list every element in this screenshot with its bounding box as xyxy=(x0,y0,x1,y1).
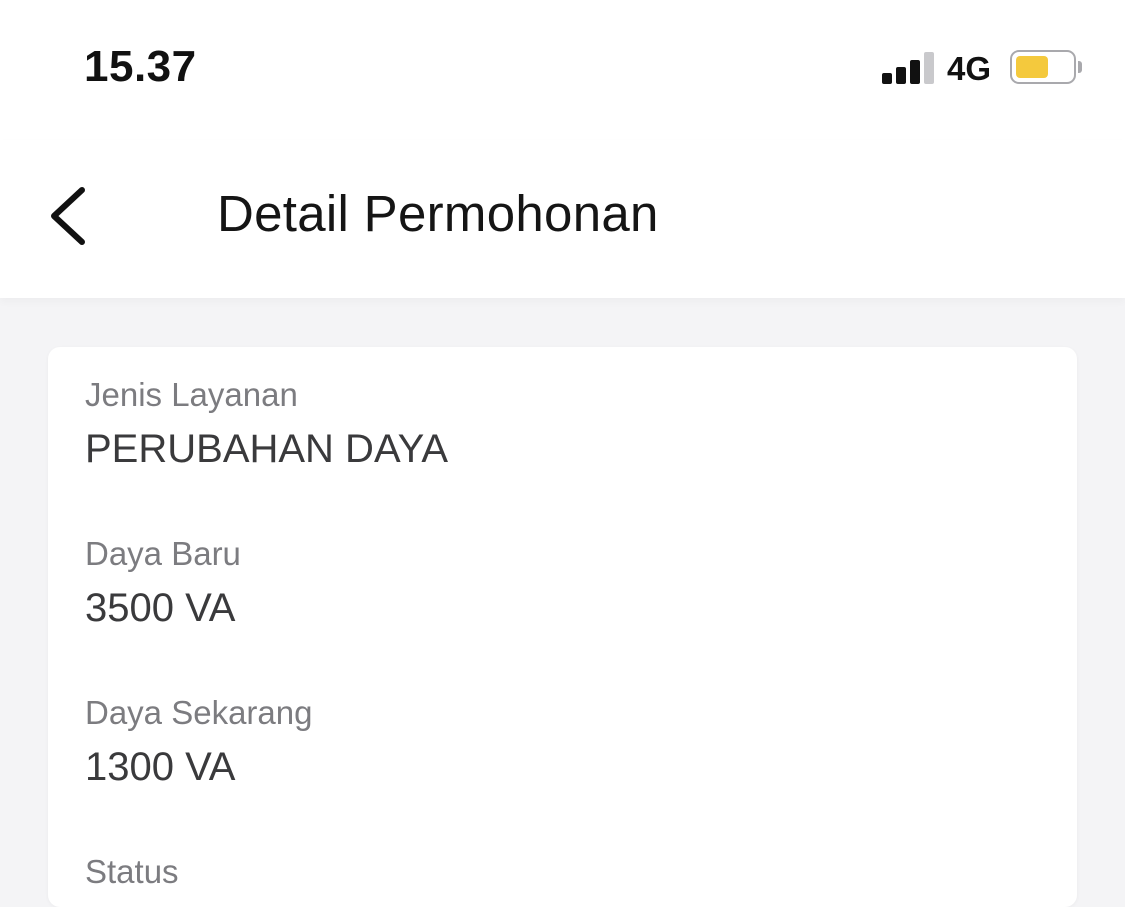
status-time: 15.37 xyxy=(84,42,197,91)
field-value: PERUBAHAN DAYA xyxy=(85,427,449,471)
battery-terminal xyxy=(1078,61,1082,73)
detail-field-service-type: Jenis Layanan PERUBAHAN DAYA xyxy=(85,375,448,473)
signal-bar xyxy=(882,73,892,84)
field-label: Status xyxy=(85,853,179,890)
network-type: 4G xyxy=(947,50,992,87)
detail-field-status: Status xyxy=(85,852,179,902)
back-button[interactable] xyxy=(28,174,112,258)
field-label: Jenis Layanan xyxy=(85,376,298,413)
detail-card: Jenis Layanan PERUBAHAN DAYA Daya Baru 3… xyxy=(48,347,1077,907)
chevron-left-icon xyxy=(51,187,85,245)
battery-level xyxy=(1016,56,1048,78)
signal-bar xyxy=(896,67,906,84)
signal-bars-icon xyxy=(882,52,934,84)
battery-icon xyxy=(1010,50,1082,84)
field-value: 1300 VA xyxy=(85,745,236,789)
page-title: Detail Permohonan xyxy=(217,185,659,242)
app-header: Detail Permohonan xyxy=(0,140,1125,298)
field-label: Daya Sekarang xyxy=(85,694,313,731)
field-label: Daya Baru xyxy=(85,535,241,572)
detail-field-new-power: Daya Baru 3500 VA xyxy=(85,534,241,632)
signal-bar xyxy=(910,60,920,84)
detail-field-current-power: Daya Sekarang 1300 VA xyxy=(85,693,312,791)
signal-bar xyxy=(924,52,934,84)
status-bar: 15.37 4G xyxy=(0,0,1125,140)
field-value: 3500 VA xyxy=(85,586,236,630)
